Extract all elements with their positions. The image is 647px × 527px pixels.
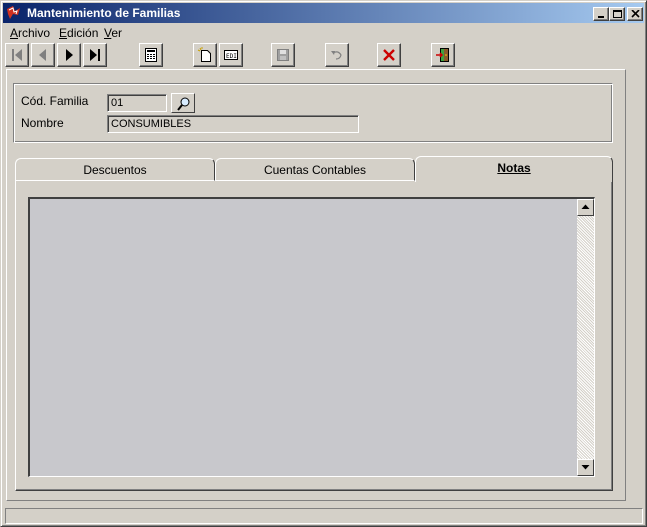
toolbar: EDI bbox=[3, 42, 644, 68]
search-familia-button[interactable] bbox=[171, 93, 195, 113]
first-record-button[interactable] bbox=[5, 43, 29, 67]
minimize-button[interactable] bbox=[593, 7, 609, 21]
tab-notas[interactable]: Notas bbox=[415, 156, 613, 182]
codigo-familia-label: Cód. Familia bbox=[21, 94, 89, 108]
title-bar[interactable]: Mantenimiento de Familias bbox=[3, 3, 644, 23]
next-record-button[interactable] bbox=[57, 43, 81, 67]
svg-text:EDI: EDI bbox=[226, 53, 237, 60]
search-icon bbox=[177, 97, 190, 111]
exit-icon bbox=[436, 48, 449, 62]
notes-textarea[interactable] bbox=[28, 197, 595, 477]
last-record-icon bbox=[90, 49, 100, 61]
menu-edicion[interactable]: Edición bbox=[59, 26, 98, 40]
tab-cuentas-contables[interactable]: Cuentas Contables bbox=[215, 158, 415, 181]
calculator-button[interactable] bbox=[139, 43, 163, 67]
codigo-familia-field[interactable]: 01 bbox=[107, 94, 167, 112]
nombre-field[interactable]: CONSUMIBLES bbox=[107, 115, 359, 133]
edit-record-button[interactable]: EDI bbox=[219, 43, 243, 67]
calculator-icon bbox=[145, 48, 157, 62]
delete-icon bbox=[383, 49, 395, 61]
app-window: Mantenimiento de Familias Archivo Edició… bbox=[0, 0, 647, 527]
scroll-up-button[interactable] bbox=[577, 199, 594, 216]
menu-bar: Archivo Edición Ver bbox=[3, 24, 644, 42]
status-bar bbox=[5, 508, 643, 524]
scroll-down-button[interactable] bbox=[577, 459, 594, 476]
window-title: Mantenimiento de Familias bbox=[27, 6, 181, 20]
save-button[interactable] bbox=[271, 43, 295, 67]
new-record-icon bbox=[197, 47, 211, 62]
close-button[interactable] bbox=[627, 7, 643, 21]
first-record-icon bbox=[12, 49, 22, 61]
minimize-icon bbox=[598, 16, 604, 18]
delete-button[interactable] bbox=[377, 43, 401, 67]
nombre-label: Nombre bbox=[21, 116, 64, 130]
edit-record-icon: EDI bbox=[224, 50, 238, 60]
notes-vertical-scrollbar[interactable] bbox=[577, 199, 594, 476]
menu-archivo[interactable]: Archivo bbox=[10, 26, 50, 40]
exit-button[interactable] bbox=[431, 43, 455, 67]
new-record-button[interactable] bbox=[193, 43, 217, 67]
scroll-up-arrow-icon bbox=[581, 204, 590, 209]
next-record-icon bbox=[66, 49, 73, 61]
tab-descuentos[interactable]: Descuentos bbox=[15, 158, 215, 181]
scroll-down-arrow-icon bbox=[581, 465, 590, 470]
app-logo-icon bbox=[6, 5, 22, 21]
header-group bbox=[13, 83, 613, 143]
maximize-icon bbox=[613, 10, 622, 18]
menu-ver[interactable]: Ver bbox=[104, 26, 122, 40]
undo-icon bbox=[331, 51, 342, 60]
undo-button[interactable] bbox=[325, 43, 349, 67]
previous-record-button[interactable] bbox=[31, 43, 55, 67]
last-record-button[interactable] bbox=[83, 43, 107, 67]
close-icon bbox=[631, 10, 640, 18]
previous-record-icon bbox=[39, 49, 46, 61]
maximize-button[interactable] bbox=[609, 7, 625, 21]
save-icon bbox=[277, 49, 289, 61]
